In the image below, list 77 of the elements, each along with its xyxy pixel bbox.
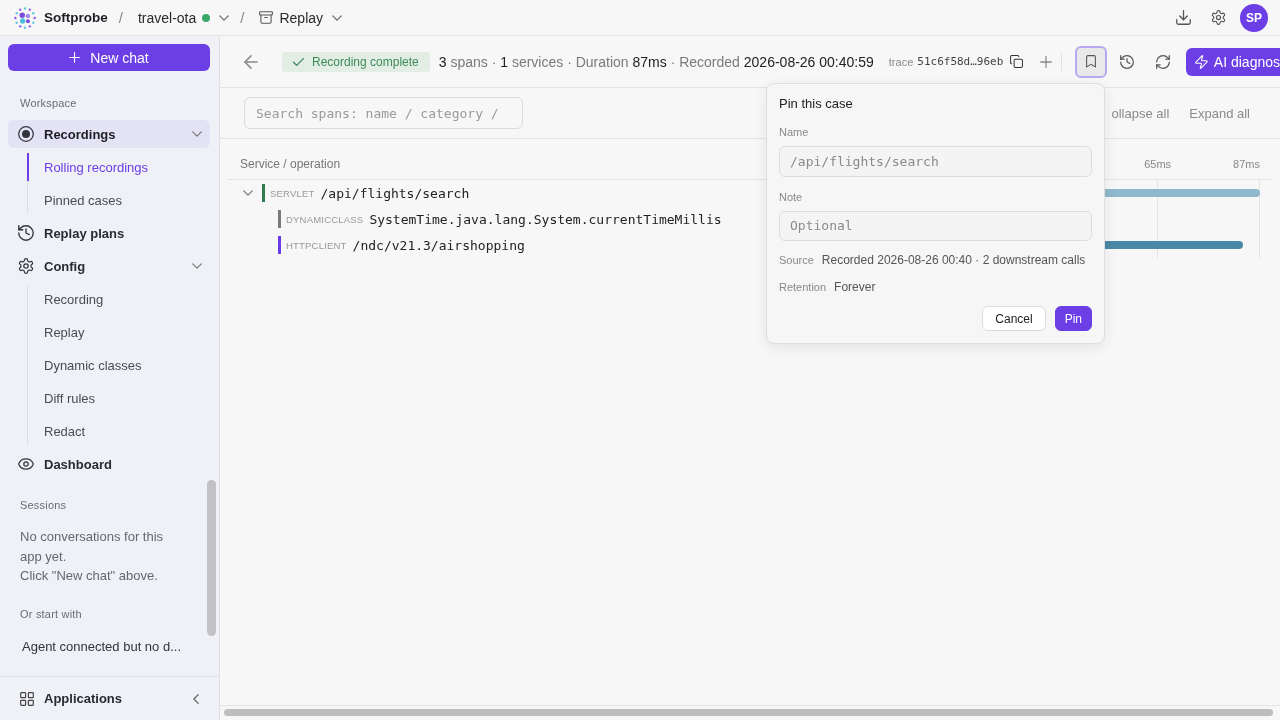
- chevron-down-icon[interactable]: [332, 14, 343, 21]
- breadcrumb-separator: /: [240, 9, 245, 26]
- confirm-button[interactable]: Pin: [1054, 306, 1092, 331]
- span-name: SystemTime.java.lang.System.currentTimeMillis: [369, 211, 722, 227]
- detail-value: Forever: [834, 280, 876, 294]
- plus-icon[interactable]: [1039, 55, 1052, 68]
- cancel-button[interactable]: Cancel: [982, 306, 1046, 331]
- horizontal-scrollbar[interactable]: [224, 709, 1273, 716]
- nav-subitem[interactable]: Replay: [27, 318, 210, 346]
- section-label: Or start with: [19, 606, 83, 621]
- page-switcher[interactable]: Replay: [279, 9, 324, 26]
- nav-subitem[interactable]: Diff rules: [27, 384, 210, 412]
- field-label: Name: [779, 125, 809, 139]
- check-icon: [293, 57, 304, 66]
- chevron-down-icon[interactable]: [243, 190, 253, 196]
- section-label: Sessions: [19, 498, 68, 512]
- time-tick-label: 65ms: [1144, 158, 1172, 170]
- span-category: HTTPCLIENT: [286, 239, 347, 251]
- avatar[interactable]: SP: [1240, 3, 1268, 32]
- chevron-down-icon[interactable]: [192, 131, 202, 137]
- span-category: SERVLET: [270, 187, 315, 199]
- settings-icon[interactable]: [1211, 10, 1226, 25]
- download-icon[interactable]: [1176, 10, 1191, 25]
- detail-label: Retention: [779, 280, 827, 294]
- time-tick-label: 87ms: [1233, 158, 1260, 170]
- nav-subitem[interactable]: Rolling recordings: [27, 153, 210, 181]
- span-name: /api/flights/search: [320, 185, 470, 201]
- nav-item[interactable]: Recordings: [8, 120, 210, 148]
- nav-item[interactable]: Replay plans: [8, 219, 210, 247]
- new-chat-button[interactable]: New chat: [8, 44, 210, 71]
- nav-subitem[interactable]: Redact: [27, 417, 210, 445]
- eye-icon: [18, 456, 34, 472]
- applications-button[interactable]: Applications: [0, 676, 219, 720]
- empty-state-text: Click "New chat" above.: [19, 567, 159, 585]
- history-icon[interactable]: [1119, 54, 1134, 69]
- detail-label: Source: [779, 253, 814, 267]
- nav-item[interactable]: Config: [8, 252, 210, 280]
- span-category: DYNAMICCLASS: [286, 213, 364, 225]
- record-icon: [18, 126, 34, 142]
- trace-label: trace: [888, 55, 914, 68]
- gear-icon: [18, 258, 34, 274]
- vertical-scrollbar[interactable]: [207, 480, 216, 636]
- span-name: /ndc/v21.3/airshopping: [352, 237, 525, 253]
- field-label: Note: [779, 189, 803, 204]
- archive-box-icon: [259, 11, 274, 24]
- input-field[interactable]: Optional: [779, 210, 1092, 241]
- status-badge: Recording complete: [282, 51, 430, 72]
- detail-value: Recorded 2026-08-26 00:40 · 2 downstream calls: [821, 253, 1086, 267]
- search-field[interactable]: Search spans: name / category /: [244, 97, 523, 129]
- chevron-down-icon[interactable]: [192, 263, 202, 269]
- input-field[interactable]: /api/flights/search: [779, 146, 1092, 177]
- grid-icon: [20, 691, 34, 706]
- section-label: Workspace: [19, 96, 78, 110]
- chevron-left-icon[interactable]: [193, 693, 199, 704]
- logo-icon: [14, 6, 36, 29]
- trace-id: 51c6f58d…96eb: [917, 55, 1004, 68]
- app-switcher[interactable]: travel-ota: [137, 9, 197, 26]
- empty-state-text: No conversations for this app yet.: [19, 528, 165, 566]
- nav-subitem[interactable]: Recording: [27, 285, 210, 313]
- pin-button[interactable]: [1074, 45, 1107, 78]
- back-arrow-icon[interactable]: [244, 54, 258, 69]
- breadcrumb-separator: /: [118, 9, 123, 26]
- suggestion-button[interactable]: Agent connected but no d...: [8, 632, 181, 661]
- history-icon: [18, 225, 34, 241]
- refresh-icon[interactable]: [1155, 54, 1170, 69]
- nav-subitem[interactable]: Dynamic classes: [27, 351, 210, 379]
- lightning-icon: [1194, 54, 1208, 69]
- bookmark-icon: [1085, 55, 1096, 68]
- copy-icon[interactable]: [1010, 55, 1024, 68]
- plus-icon: [69, 52, 81, 63]
- brand-name: Softprobe: [44, 10, 108, 25]
- trace-summary: 3 spans · 1 services · Duration 87ms · Recorded 2026-08-26 00:40:59: [438, 53, 874, 70]
- nav-subitem[interactable]: Pinned cases: [27, 186, 210, 214]
- popover-title: Pin this case: [779, 96, 853, 112]
- chevron-down-icon[interactable]: [219, 14, 230, 21]
- nav-item[interactable]: Dashboard: [8, 450, 210, 478]
- ai-button[interactable]: AI diagnos: [1185, 47, 1280, 76]
